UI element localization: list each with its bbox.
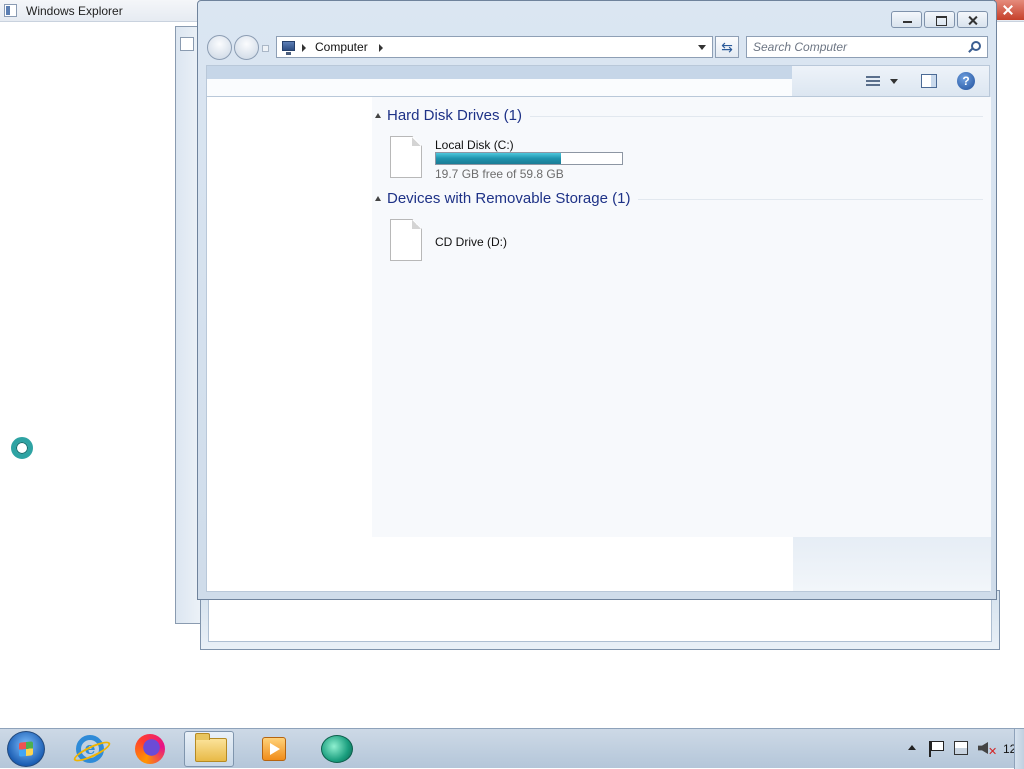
taskbar-media-player[interactable] [248,731,298,767]
help-button[interactable]: ? [957,72,975,90]
recent-pages-dropdown[interactable] [262,45,269,52]
search-box[interactable] [746,36,988,58]
collapse-triangle-icon[interactable] [375,113,381,118]
refresh-button[interactable]: ⇆ [715,36,739,58]
show-hidden-icons-button[interactable] [908,745,916,750]
preview-pane-button[interactable] [921,74,937,88]
media-player-icon [262,737,286,761]
loading-ring-icon [11,437,33,459]
teal-app-icon [321,735,353,763]
collapse-triangle-icon[interactable] [375,196,381,201]
internet-explorer-icon: e [76,735,104,763]
taskbar-internet-explorer[interactable]: e [64,731,114,767]
close-button[interactable] [957,11,988,28]
drive-item-local-disk-c[interactable]: Local Disk (C:) 19.7 GB free of 59.8 GB [390,136,650,182]
chevron-down-icon [890,79,898,84]
back-button[interactable] [207,35,232,60]
address-dropdown-icon[interactable] [698,45,706,50]
drive-icon [390,136,422,178]
disk-usage-fill [436,153,561,164]
window-controls [891,11,988,28]
show-desktop-button[interactable] [1014,729,1024,769]
background-window-title: Windows Explorer [26,4,123,18]
group-header-hard-disk-drives[interactable]: Hard Disk Drives (1) [375,107,983,125]
address-bar[interactable]: Computer [276,36,713,58]
network-icon[interactable] [954,741,968,755]
taskbar-firefox[interactable] [124,731,174,767]
drive-space-text: 19.7 GB free of 59.8 GB [435,167,564,181]
drive-item-cd-drive-d[interactable]: CD Drive (D:) [390,219,650,265]
cd-drive-icon [390,219,422,261]
background-close-button[interactable] [994,0,1024,20]
firefox-icon [135,734,165,764]
breadcrumb-computer[interactable]: Computer [315,40,368,54]
computer-icon [282,41,295,55]
action-center-flag-icon[interactable] [929,741,944,757]
breadcrumb-separator-icon[interactable] [379,44,383,52]
folder-icon [195,733,227,762]
muted-x-icon: ✕ [988,746,998,758]
system-tray: ✕ 12 [904,729,1024,769]
views-icon [866,76,880,88]
taskbar-teal-app[interactable] [312,731,362,767]
search-icon[interactable] [971,41,981,51]
minimize-button[interactable] [891,11,922,28]
group-title: Hard Disk Drives (1) [387,107,531,124]
disk-usage-bar [435,152,623,165]
windows-logo-icon [19,741,33,757]
breadcrumb-separator-icon[interactable] [302,44,306,52]
drive-name: Local Disk (C:) [435,138,514,152]
explorer-window-icon [4,4,17,17]
group-title: Devices with Removable Storage (1) [387,190,639,207]
search-input[interactable] [747,37,962,57]
explorer-window: Computer ⇆ ? Hard Disk Drives (1) Local [197,0,997,600]
file-list-pane: Hard Disk Drives (1) Local Disk (C:) 19.… [206,97,991,592]
volume-icon[interactable] [978,742,988,754]
taskbar: e ✕ 12 [0,728,1024,769]
command-bar: ? [206,65,990,97]
group-header-removable-storage[interactable]: Devices with Removable Storage (1) [375,190,983,208]
change-view-button[interactable] [866,74,902,90]
maximize-button[interactable] [924,11,955,28]
forward-button[interactable] [234,35,259,60]
drive-name: CD Drive (D:) [435,235,507,249]
taskbar-windows-explorer[interactable] [184,731,234,767]
start-button[interactable] [7,731,45,767]
